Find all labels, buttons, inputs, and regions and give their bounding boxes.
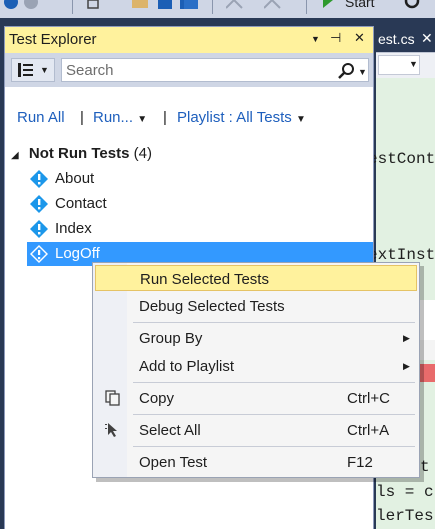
submenu-arrow-icon: ▶ <box>403 333 410 343</box>
pin-icon[interactable]: ⊣ <box>330 30 341 46</box>
chevron-down-icon: ▼ <box>40 65 49 75</box>
search-placeholder: Search <box>66 62 114 79</box>
playlist-label: Playlist : All Tests <box>177 109 292 126</box>
code-line: ls = cl <box>376 483 435 501</box>
collapse-arrow-icon[interactable]: ◢ <box>11 150 19 161</box>
test-group-count: (4) <box>133 145 152 162</box>
not-run-test-icon <box>30 220 48 238</box>
menu-item-select-all[interactable]: Select All Ctrl+A <box>95 417 417 443</box>
undo-icon[interactable] <box>226 0 244 12</box>
new-file-icon[interactable] <box>86 0 100 12</box>
menu-item-label: Copy <box>139 390 175 407</box>
test-explorer-title-bar[interactable]: Test Explorer ▼ ⊣ ✕ <box>5 27 373 53</box>
menu-item-label: Debug Selected Tests <box>139 298 285 315</box>
close-tab-icon[interactable]: ✕ <box>421 30 433 47</box>
run-all-link[interactable]: Run All <box>17 109 65 126</box>
group-by-button[interactable]: ▼ <box>11 58 55 82</box>
menu-separator <box>133 414 415 415</box>
menu-item-group-by[interactable]: Group By ▶ <box>95 325 417 351</box>
menu-item-label: Group By <box>139 330 203 347</box>
start-debug-icon[interactable] <box>322 0 334 12</box>
start-button[interactable]: Start <box>345 0 375 10</box>
menu-item-debug-selected-tests[interactable]: Debug Selected Tests <box>95 293 417 319</box>
toolbar-divider <box>306 0 307 14</box>
test-item-contact[interactable]: Contact <box>27 192 373 216</box>
menu-separator <box>133 322 415 323</box>
not-run-test-icon <box>30 245 48 263</box>
code-line: lerTest <box>376 507 435 525</box>
copy-icon <box>105 390 120 406</box>
menu-item-copy[interactable]: Copy Ctrl+C <box>95 385 417 411</box>
window-position-menu-icon[interactable]: ▼ <box>311 34 320 44</box>
menu-item-label: Open Test <box>139 454 208 471</box>
run-menu-link[interactable]: Run... ▼ <box>93 109 147 126</box>
menu-item-label: Select All <box>139 422 201 439</box>
save-icon[interactable] <box>158 0 172 12</box>
context-menu: Run Selected Tests Debug Selected Tests … <box>92 262 420 478</box>
test-explorer-toolbar: ▼ Search ▼ <box>5 53 373 87</box>
test-name: Index <box>55 220 92 237</box>
run-menu-label: Run... <box>93 109 134 126</box>
test-item-index[interactable]: Index <box>27 217 373 241</box>
refresh-icon[interactable] <box>404 0 420 12</box>
toolbar-divider <box>212 0 213 14</box>
link-separator: | <box>80 109 84 126</box>
test-name: Contact <box>55 195 107 212</box>
group-by-icon <box>18 63 33 77</box>
test-group-label: Not Run Tests <box>28 145 130 162</box>
close-icon[interactable]: ✕ <box>354 30 365 46</box>
chevron-down-icon: ▼ <box>137 114 148 125</box>
code-line: estCont <box>368 150 435 168</box>
menu-item-open-test[interactable]: Open Test F12 <box>95 449 417 475</box>
navigate-forward-icon[interactable] <box>24 0 38 12</box>
menu-item-label: Add to Playlist <box>139 358 235 375</box>
menu-item-shortcut: Ctrl+A <box>347 422 390 439</box>
search-options-chevron-icon[interactable]: ▼ <box>358 67 367 77</box>
test-name: About <box>55 170 95 187</box>
test-item-about[interactable]: About <box>27 167 373 191</box>
menu-item-shortcut: F12 <box>347 454 373 471</box>
search-icon[interactable] <box>338 62 356 80</box>
vs-main-toolbar: Start <box>0 0 435 18</box>
chevron-down-icon: ▼ <box>295 114 306 125</box>
save-all-icon[interactable] <box>180 0 198 12</box>
editor-tab-label[interactable]: est.cs <box>378 31 415 47</box>
redo-icon[interactable] <box>264 0 282 12</box>
search-input[interactable]: Search ▼ <box>61 58 369 82</box>
playlist-link[interactable]: Playlist : All Tests ▼ <box>177 109 306 126</box>
navigate-back-icon[interactable] <box>4 0 18 12</box>
menu-item-run-selected-tests[interactable]: Run Selected Tests <box>95 265 417 291</box>
not-run-test-icon <box>30 170 48 188</box>
link-separator: | <box>163 109 167 126</box>
test-name: LogOff <box>55 245 100 262</box>
menu-separator <box>133 446 415 447</box>
chevron-down-icon[interactable]: ▼ <box>409 59 418 69</box>
menu-item-label: Run Selected Tests <box>140 271 269 288</box>
submenu-arrow-icon: ▶ <box>403 361 410 371</box>
menu-item-add-to-playlist[interactable]: Add to Playlist ▶ <box>95 353 417 379</box>
menu-item-shortcut: Ctrl+C <box>347 390 390 407</box>
select-all-icon <box>105 423 117 437</box>
not-run-test-icon <box>30 195 48 213</box>
menu-separator <box>133 382 415 383</box>
panel-title: Test Explorer <box>9 31 97 48</box>
open-folder-icon[interactable] <box>132 0 148 12</box>
toolbar-divider <box>72 0 73 14</box>
test-group-header[interactable]: ◢ Not Run Tests (4) <box>11 145 152 162</box>
